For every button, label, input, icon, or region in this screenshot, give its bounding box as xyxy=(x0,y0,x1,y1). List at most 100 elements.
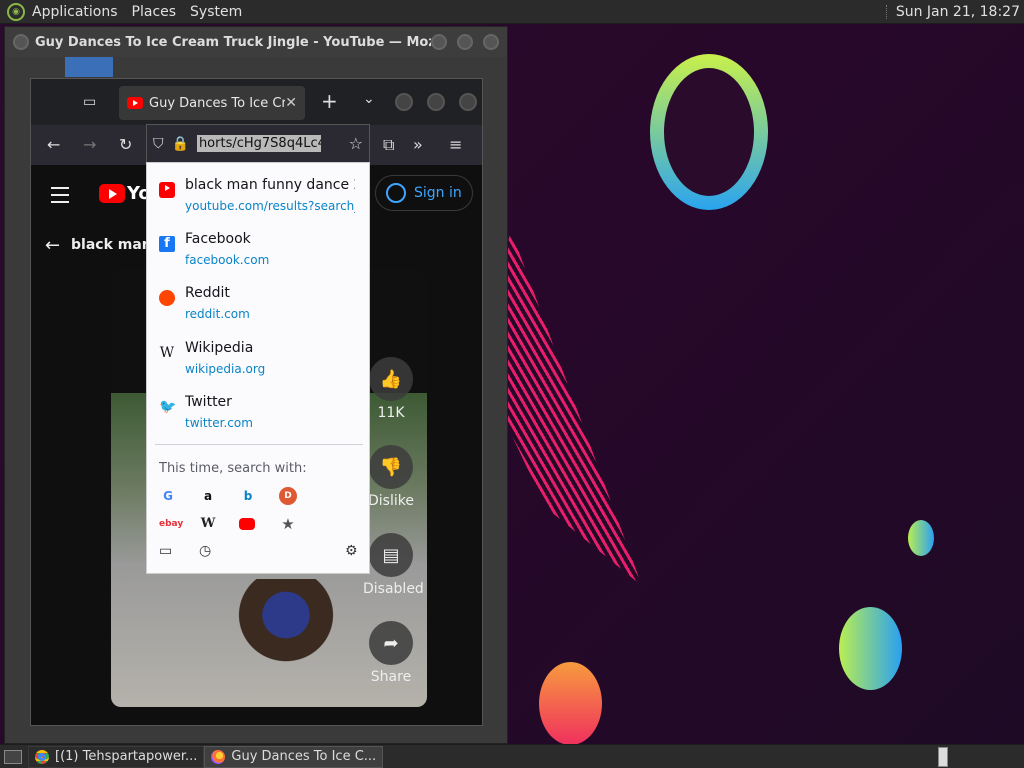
wikipedia-icon[interactable]: W xyxy=(199,515,217,533)
forward-icon[interactable]: → xyxy=(83,135,96,154)
amazon-icon[interactable]: a xyxy=(199,487,217,505)
suggestion-title: Facebook xyxy=(185,231,251,247)
share-button[interactable]: ➦ Share xyxy=(363,621,419,685)
share-label: Share xyxy=(370,669,412,685)
url-suggestions-dropdown: black man funny dance 2014 youtube.com/r… xyxy=(146,162,370,574)
back-icon[interactable]: ← xyxy=(47,135,60,154)
suggestion-title: Wikipedia xyxy=(185,340,254,356)
sign-in-label: Sign in xyxy=(414,185,462,201)
sign-in-button[interactable]: Sign in xyxy=(375,175,473,211)
suggestion-wikipedia[interactable]: W Wikipedia wikipedia.org xyxy=(147,340,369,388)
wallpaper-blob xyxy=(839,607,902,690)
menu-system[interactable]: System xyxy=(183,4,249,20)
video-dancer xyxy=(231,579,341,669)
comments-label: Disabled xyxy=(363,581,424,597)
youtube-logo[interactable]: Yo xyxy=(99,183,151,204)
suggestion-twitter[interactable]: 🐦 Twitter twitter.com xyxy=(147,394,369,442)
app-menu-icon[interactable]: ≡ xyxy=(449,135,462,154)
dislike-label: Dislike xyxy=(368,493,414,509)
panel-separator xyxy=(885,4,888,19)
suggestion-url: wikipedia.org xyxy=(185,362,266,376)
google-icon[interactable]: G xyxy=(159,487,177,505)
bottom-taskbar: [(1) Tehspartapower... Guy Dances To Ice… xyxy=(0,744,1024,768)
bing-icon[interactable]: b xyxy=(239,487,257,505)
bookmarks-icon[interactable]: ★ xyxy=(279,515,297,533)
overflow-menu-icon[interactable]: » xyxy=(413,135,423,154)
tabs-icon[interactable]: ▭ xyxy=(159,543,172,559)
suggestion-url: twitter.com xyxy=(185,416,253,430)
suggestion-title: black man funny dance 2014 xyxy=(185,177,355,193)
bookmark-star-icon[interactable]: ☆ xyxy=(349,134,363,153)
thumbs-down-icon: 👎 xyxy=(369,445,413,489)
show-desktop-icon[interactable] xyxy=(4,749,22,764)
firefox-icon xyxy=(211,749,226,764)
taskbar-item-firefox[interactable]: Guy Dances To Ice C... xyxy=(204,745,384,768)
minimize-button[interactable] xyxy=(431,34,447,50)
url-bar[interactable]: ⛉ 🔒 horts/cHg7S8q4Lc4 ☆ xyxy=(146,124,370,162)
history-icon[interactable]: ◷ xyxy=(199,543,211,559)
lock-icon[interactable]: 🔒 xyxy=(172,136,189,152)
suggestion-reddit[interactable]: Reddit reddit.com xyxy=(147,285,369,333)
menu-applications[interactable]: Applications xyxy=(25,4,125,20)
suggestion-title: Twitter xyxy=(185,394,232,410)
suggestion-url: youtube.com/results?search_query=black+m… xyxy=(185,199,355,213)
youtube-add-icon[interactable] xyxy=(239,518,255,530)
wallpaper-blob xyxy=(908,520,934,556)
shield-icon[interactable]: ⛉ xyxy=(153,136,164,152)
close-button[interactable] xyxy=(483,34,499,50)
facebook-icon: f xyxy=(159,236,175,252)
like-button[interactable]: 👍 11K xyxy=(363,357,419,421)
suggestion-url: facebook.com xyxy=(185,253,270,267)
like-count: 11K xyxy=(377,405,405,421)
suggestion-url: reddit.com xyxy=(185,307,250,321)
taskbar-item-chrome[interactable]: [(1) Tehspartapower... xyxy=(28,745,205,768)
suggestion-facebook[interactable]: f Facebook facebook.com xyxy=(147,231,369,279)
duckduckgo-icon[interactable]: D xyxy=(279,487,297,505)
comments-button[interactable]: ▤ Disabled xyxy=(363,533,424,597)
firefox-view-icon[interactable]: ▭ xyxy=(83,94,96,110)
window-title: Guy Dances To Ice Cream Truck Jingle - Y… xyxy=(35,34,431,50)
tab-bar: ▭ Guy Dances To Ice Cream Truck Jingle -… xyxy=(31,79,482,125)
extensions-icon[interactable]: ⧉ xyxy=(383,135,394,155)
search-with-label: This time, search with: xyxy=(159,461,307,476)
wallpaper-ring xyxy=(650,54,768,210)
account-icon xyxy=(386,183,406,203)
workspace-switcher[interactable] xyxy=(938,746,948,767)
dropdown-divider xyxy=(155,444,363,445)
youtube-favicon-icon xyxy=(127,97,143,109)
panel-clock[interactable]: Sun Jan 21, 18:27 xyxy=(896,4,1024,20)
back-arrow-icon[interactable]: ← xyxy=(45,235,60,256)
wallpaper-blob xyxy=(539,662,602,745)
maximize-button[interactable] xyxy=(427,93,445,111)
comments-icon: ▤ xyxy=(369,533,413,577)
youtube-icon xyxy=(159,182,175,198)
share-icon: ➦ xyxy=(369,621,413,665)
thumbs-up-icon: 👍 xyxy=(369,357,413,401)
minimize-button[interactable] xyxy=(395,93,413,111)
tab-youtube[interactable]: Guy Dances To Ice Cream Truck Jingle - Y… xyxy=(119,86,305,120)
youtube-play-icon xyxy=(99,184,125,203)
suggestion-youtube-search[interactable]: black man funny dance 2014 youtube.com/r… xyxy=(147,177,369,225)
taskbar-item-label: Guy Dances To Ice C... xyxy=(231,749,377,764)
tab-close-icon[interactable]: ✕ xyxy=(285,95,297,111)
ebay-icon[interactable]: ebay xyxy=(159,515,183,533)
dislike-button[interactable]: 👎 Dislike xyxy=(363,445,419,509)
menu-places[interactable]: Places xyxy=(125,4,184,20)
wikipedia-icon: W xyxy=(159,345,175,361)
close-button[interactable] xyxy=(459,93,477,111)
top-panel: ◉ Applications Places System Sun Jan 21,… xyxy=(0,0,1024,24)
chrome-icon xyxy=(35,749,49,764)
taskbar-item-label: [(1) Tehspartapower... xyxy=(55,749,198,764)
suggestion-title: Reddit xyxy=(185,285,230,301)
reload-icon[interactable]: ↻ xyxy=(119,135,132,154)
yt-menu-icon[interactable] xyxy=(51,187,69,208)
search-settings-gear-icon[interactable]: ⚙ xyxy=(345,543,358,559)
maximize-button[interactable] xyxy=(457,34,473,50)
new-tab-icon[interactable]: + xyxy=(321,89,338,113)
distro-logo-icon[interactable]: ◉ xyxy=(7,2,25,21)
twitter-icon: 🐦 xyxy=(159,399,177,415)
url-input[interactable]: horts/cHg7S8q4Lc4 xyxy=(196,135,321,152)
window-titlebar[interactable]: Guy Dances To Ice Cream Truck Jingle - Y… xyxy=(5,27,507,57)
list-all-tabs-icon[interactable]: ⌄ xyxy=(363,91,375,107)
window-menu-button[interactable] xyxy=(13,34,29,50)
